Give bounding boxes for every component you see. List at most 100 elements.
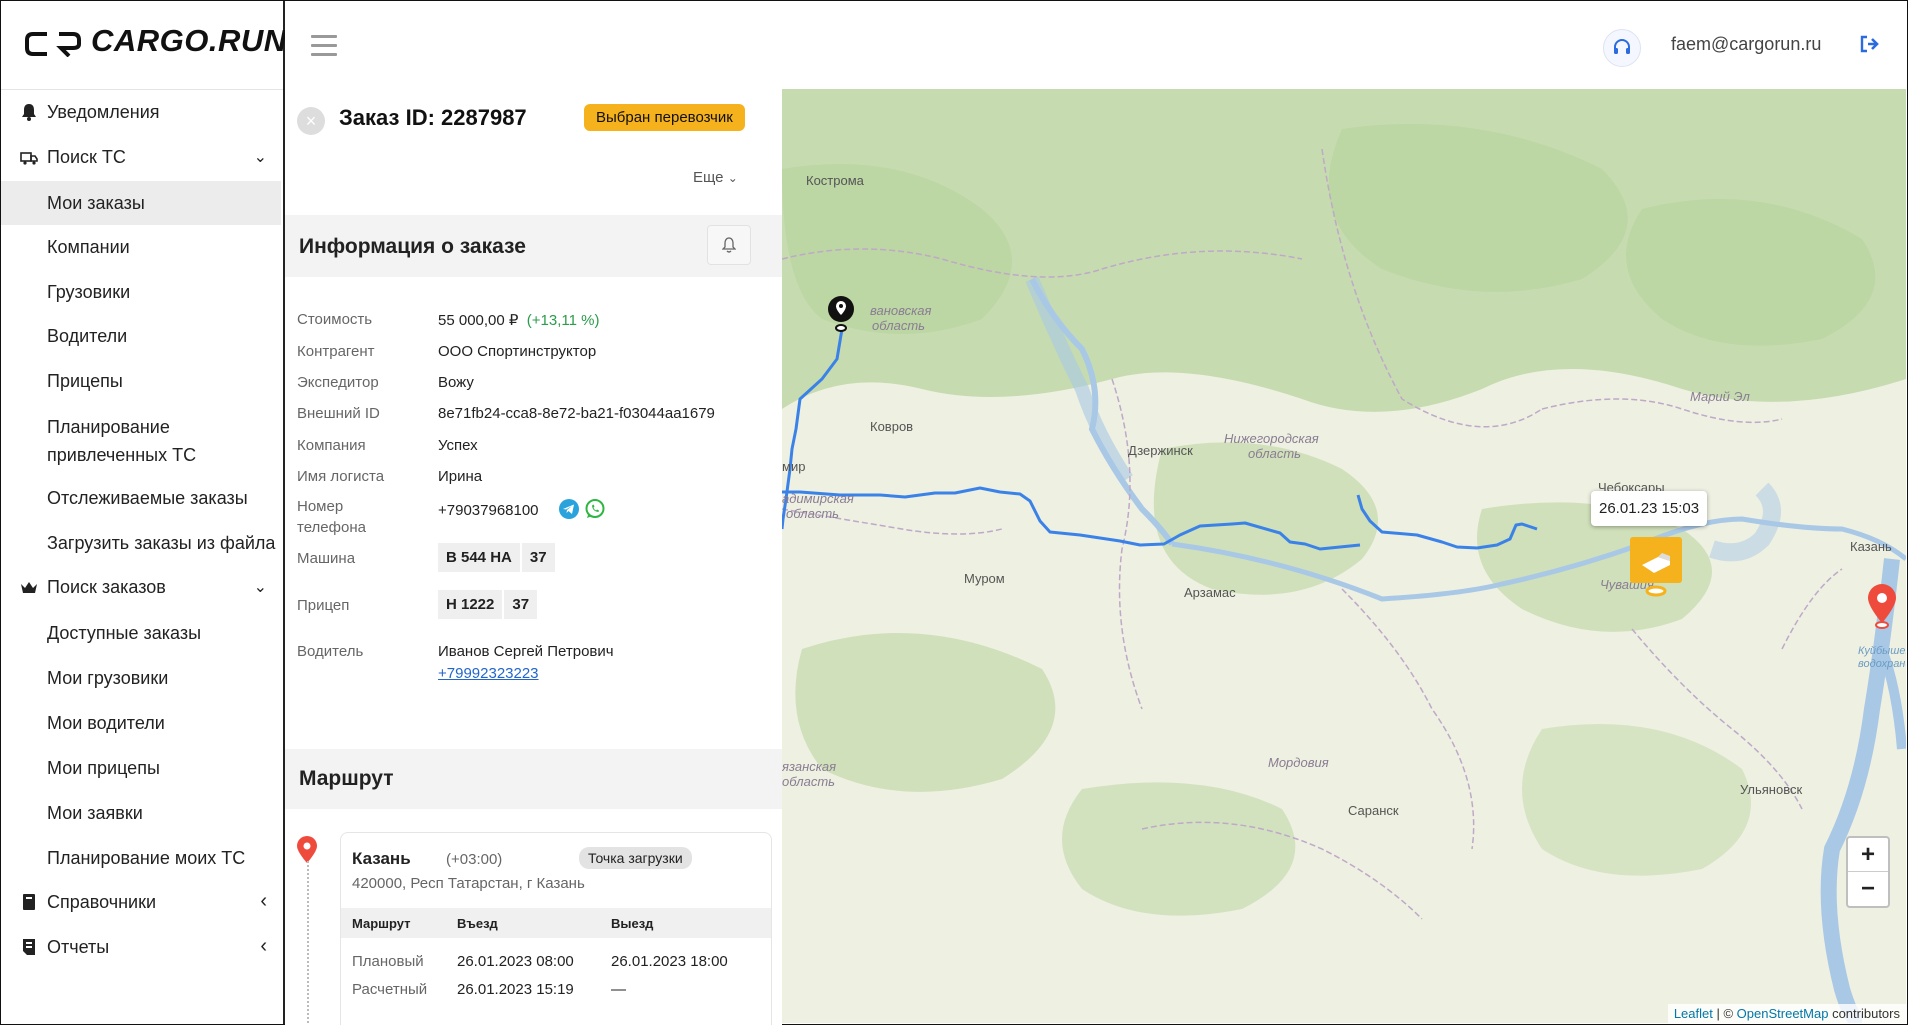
map-label: мир [782,459,806,474]
chevron-down-icon: ⌄ [253,149,267,166]
osm-link[interactable]: OpenStreetMap [1737,1006,1829,1021]
zoom-out-button[interactable]: − [1848,872,1888,905]
more-dropdown[interactable]: Еще ⌄ [693,169,738,186]
driver-phone-link[interactable]: +79992323223 [438,665,539,682]
map-label: Ковров [870,419,914,434]
sidebar-item-label: Мои заказы [47,193,145,213]
schedule-table-header: Маршрут Въезд Выезд [341,908,771,938]
company-value: Успех [438,437,478,454]
sidebar-item-label: Уведомления [47,102,160,122]
map-label: вановская [870,303,932,318]
route-header: Маршрут [285,749,782,809]
map-attribution: Leaflet | © OpenStreetMap contributors [1667,1004,1906,1023]
sidebar-item-tracked-orders[interactable]: Отслеживаемые заказы [1,484,281,514]
menu-toggle-icon[interactable] [311,35,337,62]
truck-marker-icon[interactable] [1628,535,1684,599]
sidebar-item-order-search[interactable]: Поиск заказов ⌄ [1,573,281,603]
map-label: область [1248,446,1301,461]
user-email[interactable]: faem@cargorun.ru [1671,34,1821,55]
field-label: Номер [297,498,344,515]
sidebar-item-available-orders[interactable]: Доступные заказы [1,619,281,649]
field-label: Имя логиста [297,468,385,485]
sidebar-item-references[interactable]: Справочники ‹ [1,888,281,918]
sidebar-item-drivers[interactable]: Водители [1,322,281,352]
sidebar-item-reports[interactable]: Отчеты ‹ [1,933,281,963]
sidebar-item-my-trucks[interactable]: Мои грузовики [1,664,281,694]
sidebar-item-label: Отслеживаемые заказы [47,488,248,508]
field-label: Водитель [297,643,364,660]
plate-region: 37 [504,590,538,619]
start-point-marker-icon[interactable] [826,295,856,335]
sidebar-item-trailers[interactable]: Прицепы [1,367,281,397]
sidebar-item-upload-orders[interactable]: Загрузить заказы из файла [1,529,281,559]
map-label: Мордовия [1268,755,1329,770]
map-label: область [782,774,835,789]
destination-pin-icon[interactable] [1866,583,1898,629]
sidebar-item-my-requests[interactable]: Мои заявки [1,799,281,829]
bell-icon [19,102,39,122]
sidebar-item-label: Поиск ТС [47,147,126,167]
cost-amount: 55 000,00 ₽ [438,312,519,329]
map-label: область [872,318,925,333]
support-button[interactable] [1603,29,1641,67]
whatsapp-icon[interactable] [584,498,606,520]
close-icon[interactable]: × [297,107,325,135]
route-section: Казань (+03:00) Точка загрузки 420000, Р… [285,809,782,1025]
bell-icon [722,237,736,253]
sidebar-item-label: Планирование моих ТС [47,848,246,868]
sidebar-item-my-orders[interactable]: Мои заказы [1,181,281,225]
map-label: Муром [964,571,1005,586]
stop-address: 420000, Респ Татарстан, г Казань [352,875,585,892]
sidebar-item-label: Отчеты [47,937,110,957]
map-label: Нижегородская [1224,431,1319,446]
sidebar-item-label: Мои прицепы [47,758,160,778]
map-label: Дзержинск [1128,443,1193,458]
sidebar-item-my-planning[interactable]: Планирование моих ТС [1,844,281,874]
status-badge: Выбран перевозчик [584,104,745,131]
field-label: Стоимость [297,311,373,328]
cost-change: (+13,11 %) [526,312,600,329]
notify-button[interactable] [707,225,751,265]
sidebar: CARGO.RUN Уведомления Поиск ТС ⌄ Мои зак… [1,1,286,1024]
table-cell: 26.01.2023 08:00 [457,953,574,970]
column-header: Маршрут [352,916,411,931]
leaflet-link[interactable]: Leaflet [1674,1006,1713,1021]
sidebar-item-vehicle-search[interactable]: Поиск ТС ⌄ [1,143,281,173]
route-stop-card[interactable]: Казань (+03:00) Точка загрузки 420000, Р… [340,832,772,1025]
order-panel: × Заказ ID: 2287987 Выбран перевозчик Ещ… [285,89,782,1025]
section-title: Маршрут [299,767,394,790]
sidebar-item-planning-hired[interactable]: Планирование привлеченных ТС [1,413,281,471]
route-map[interactable]: Кострома вановская область Ковров Дзержи… [782,89,1906,1023]
section-title: Информация о заказе [299,235,526,258]
map-label: Кострома [806,173,864,188]
map-label: область [786,506,839,521]
stop-type-badge: Точка загрузки [579,847,692,869]
sidebar-item-label: Грузовики [47,282,131,302]
sidebar-item-label: Доступные заказы [47,623,202,643]
sidebar-item-my-trailers[interactable]: Мои прицепы [1,754,281,784]
field-label: Внешний ID [297,405,380,422]
sidebar-item-my-drivers[interactable]: Мои водители [1,709,281,739]
logo[interactable]: CARGO.RUN [1,1,286,90]
table-cell: — [611,981,626,998]
top-header: faem@cargorun.ru [285,1,1906,89]
stop-city: Казань [352,849,411,868]
route-connector [307,861,309,1025]
sidebar-item-trucks[interactable]: Грузовики [1,278,281,308]
sidebar-item-notifications[interactable]: Уведомления [1,98,281,128]
stop-timezone: (+03:00) [446,851,503,868]
column-header: Выезд [611,916,654,931]
map-label: Арзамас [1184,585,1236,600]
map-label: Куйбышев [1858,645,1906,657]
forwarder-value: Вожу [438,374,474,391]
table-cell: 26.01.2023 18:00 [611,953,728,970]
plate-region: 37 [521,543,555,572]
sidebar-item-companies[interactable]: Компании [1,233,281,263]
telegram-icon[interactable] [558,498,580,520]
zoom-in-button[interactable]: + [1848,838,1888,872]
attribution-separator: | © [1712,1006,1737,1021]
counterparty-value: ООО Спортинструктор [438,343,597,360]
plate-number: В 544 НА [438,543,520,572]
logout-icon[interactable] [1860,35,1880,58]
plate-number: Н 1222 [438,590,503,619]
